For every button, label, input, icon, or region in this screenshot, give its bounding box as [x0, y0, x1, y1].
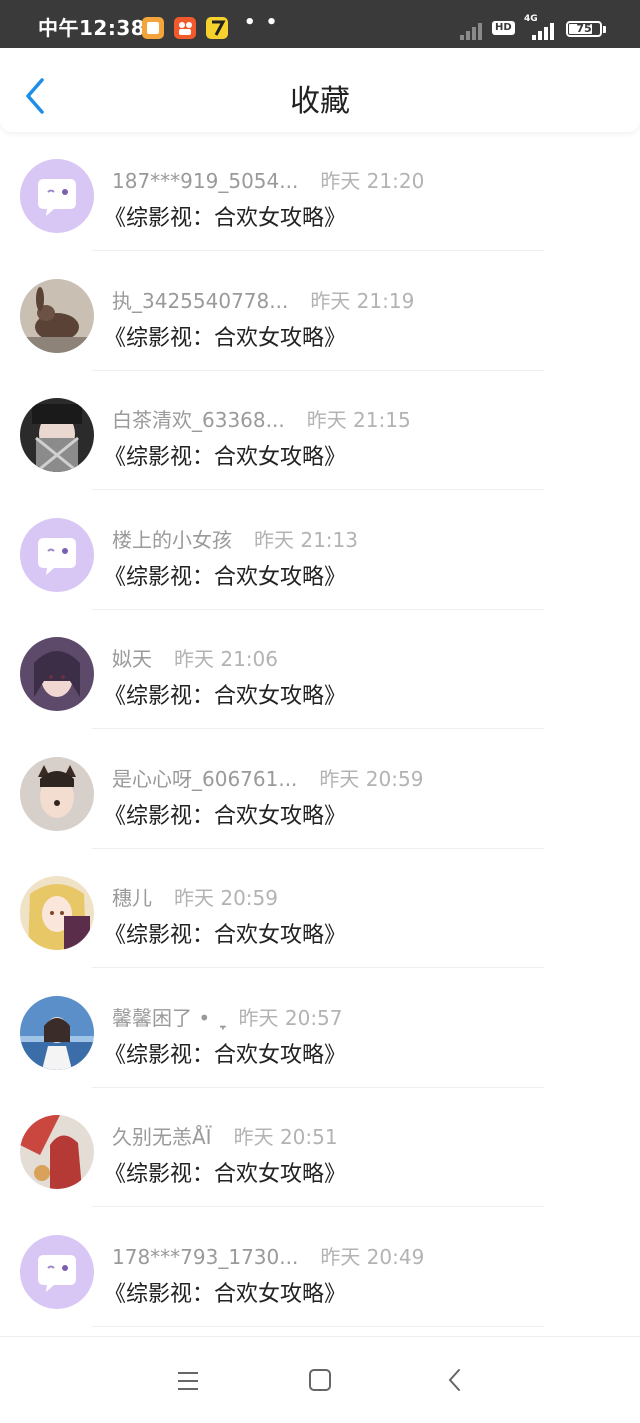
timestamp: 昨天 21:13	[254, 527, 358, 552]
menu-button[interactable]	[173, 1367, 203, 1395]
user-name[interactable]: 187***919_5054...	[112, 169, 298, 193]
avatar[interactable]	[20, 398, 94, 472]
illustrated-girl-avatar	[20, 637, 94, 711]
rabbit-photo-avatar	[20, 278, 94, 353]
item-meta: 久别无恙ÅÏ 昨天 20:51	[112, 1121, 338, 1150]
battery-tip	[603, 26, 606, 33]
kuaishou-app-icon	[174, 17, 196, 39]
system-nav-bar	[0, 1336, 640, 1423]
timestamp: 昨天 21:06	[174, 647, 278, 671]
user-name[interactable]: 姒天	[112, 647, 152, 671]
default-chat-avatar	[20, 517, 94, 592]
timestamp: 昨天 21:15	[306, 408, 411, 432]
book-title[interactable]: 《综影视：合欢女攻略》	[104, 678, 346, 710]
book-title[interactable]: 《综影视：合欢女攻略》	[104, 559, 346, 591]
masked-girl-avatar	[20, 398, 94, 472]
default-chat-avatar	[20, 1234, 94, 1309]
user-name[interactable]: 穗儿	[112, 886, 152, 910]
header: 收藏	[0, 48, 640, 132]
qq-app-icon	[206, 17, 228, 39]
menu-icon	[178, 1372, 198, 1390]
battery-icon: 75	[566, 21, 602, 37]
timestamp: 昨天 20:51	[233, 1125, 338, 1149]
book-title[interactable]: 《综影视：合欢女攻略》	[104, 1156, 346, 1188]
favorite-item[interactable]: 馨馨困了 • ִֶָ 昨天 20:57 《综影视：合欢女攻略》	[0, 969, 640, 1088]
favorite-item[interactable]: 执_3425540778... 昨天 21:19 《综影视：合欢女攻略》	[0, 252, 640, 371]
favorite-item[interactable]: 白茶清欢_63368... 昨天 21:15 《综影视：合欢女攻略》	[0, 371, 640, 490]
anime-girl-avatar	[20, 876, 94, 950]
user-name[interactable]: 178***793_1730...	[112, 1245, 298, 1269]
item-meta: 楼上的小女孩 昨天 21:13	[112, 524, 358, 553]
favorite-item[interactable]: 178***793_1730... 昨天 20:49 《综影视：合欢女攻略》	[0, 1208, 640, 1327]
item-meta: 馨馨困了 • ִֶָ 昨天 20:57	[112, 1002, 343, 1031]
notification-dots: • •	[244, 12, 280, 33]
user-name[interactable]: 馨馨困了 • ִֶָ	[112, 1006, 217, 1030]
avatar[interactable]	[20, 517, 94, 592]
avatar[interactable]	[20, 876, 94, 950]
item-meta: 姒天 昨天 21:06	[112, 643, 278, 672]
user-name[interactable]: 楼上的小女孩	[112, 528, 232, 552]
item-meta: 178***793_1730... 昨天 20:49	[112, 1241, 424, 1270]
hd-badge: HD	[492, 21, 515, 35]
user-name[interactable]: 白茶清欢_63368...	[112, 408, 285, 432]
favorite-item[interactable]: 楼上的小女孩 昨天 21:13 《综影视：合欢女攻略》	[0, 491, 640, 610]
timestamp: 昨天 20:59	[319, 766, 424, 791]
cat-filter-girl-avatar	[20, 756, 94, 831]
book-title[interactable]: 《综影视：合欢女攻略》	[104, 1276, 346, 1308]
avatar[interactable]	[20, 637, 94, 711]
status-bar: 中午12:38 • • HD 4G 75	[0, 0, 640, 48]
avatar[interactable]	[20, 1234, 94, 1309]
timestamp: 昨天 21:19	[310, 288, 415, 313]
item-meta: 187***919_5054... 昨天 21:20	[112, 165, 424, 194]
red-art-avatar	[20, 1115, 94, 1189]
home-button[interactable]	[305, 1367, 335, 1395]
favorite-item[interactable]: 穗儿 昨天 20:59 《综影视：合欢女攻略》	[0, 849, 640, 968]
notes-app-icon	[142, 17, 164, 39]
back-triangle-icon	[448, 1369, 460, 1391]
signal-1-icon	[460, 20, 486, 40]
page-title: 收藏	[290, 84, 350, 119]
home-square-icon	[309, 1369, 331, 1391]
favorite-item[interactable]: 久别无恙ÅÏ 昨天 20:51 《综影视：合欢女攻略》	[0, 1088, 640, 1207]
item-meta: 穗儿 昨天 20:59	[112, 882, 278, 911]
timestamp: 昨天 20:49	[320, 1244, 425, 1269]
avatar[interactable]	[20, 756, 94, 831]
item-meta: 是心心呀_606761... 昨天 20:59	[112, 763, 423, 792]
item-meta: 执_3425540778... 昨天 21:19	[112, 285, 414, 314]
avatar[interactable]	[20, 159, 94, 233]
system-back-button[interactable]	[440, 1367, 470, 1395]
battery-level: 75	[576, 22, 592, 35]
book-title[interactable]: 《综影视：合欢女攻略》	[104, 200, 346, 232]
book-title[interactable]: 《综影视：合欢女攻略》	[104, 917, 346, 949]
book-title[interactable]: 《综影视：合欢女攻略》	[104, 1037, 346, 1069]
favorite-item[interactable]: 是心心呀_606761... 昨天 20:59 《综影视：合欢女攻略》	[0, 730, 640, 849]
timestamp: 昨天 20:57	[238, 1005, 343, 1030]
user-name[interactable]: 执_3425540778...	[112, 289, 288, 313]
timestamp: 昨天 20:59	[174, 886, 278, 910]
status-time: 中午12:38	[38, 16, 146, 40]
avatar[interactable]	[20, 278, 94, 353]
timestamp: 昨天 21:20	[320, 169, 425, 193]
avatar[interactable]	[20, 995, 94, 1070]
avatar[interactable]	[20, 1115, 94, 1189]
book-title[interactable]: 《综影视：合欢女攻略》	[104, 320, 346, 352]
book-title[interactable]: 《综影视：合欢女攻略》	[104, 798, 346, 830]
seaside-girl-avatar	[20, 995, 94, 1070]
favorite-item[interactable]: 187***919_5054... 昨天 21:20 《综影视：合欢女攻略》	[0, 132, 640, 251]
signal-2-icon	[532, 20, 558, 40]
divider	[92, 1325, 544, 1327]
book-title[interactable]: 《综影视：合欢女攻略》	[104, 439, 346, 471]
default-chat-avatar	[20, 159, 94, 233]
user-name[interactable]: 久别无恙ÅÏ	[112, 1125, 212, 1149]
favorite-item[interactable]: 姒天 昨天 21:06 《综影视：合欢女攻略》	[0, 610, 640, 729]
user-name[interactable]: 是心心呀_606761...	[112, 767, 297, 791]
item-meta: 白茶清欢_63368... 昨天 21:15	[112, 404, 411, 433]
